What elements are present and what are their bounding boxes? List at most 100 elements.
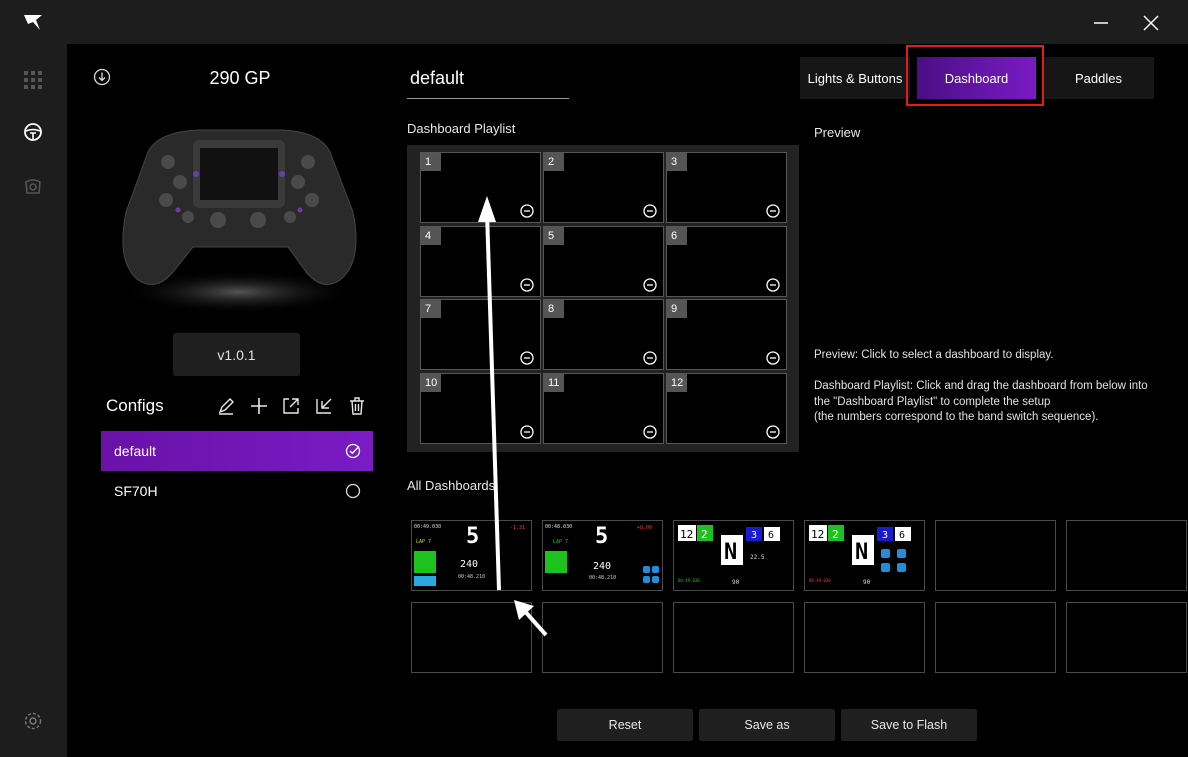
remove-circle-icon[interactable] [520, 425, 534, 439]
grid-icon[interactable] [22, 69, 44, 91]
svg-text:00:49.030: 00:49.030 [678, 578, 700, 583]
download-icon[interactable] [93, 68, 111, 86]
close-button[interactable] [1138, 10, 1164, 36]
playlist-help-line-3: (the numbers correspond to the band swit… [814, 411, 1099, 423]
steering-wheel-icon[interactable] [22, 121, 44, 143]
config-name-input[interactable]: default [410, 68, 464, 89]
slot-number: 1 [421, 153, 441, 171]
dashboard-thumbnail-empty[interactable] [935, 520, 1056, 591]
playlist-slot[interactable]: 11 [543, 373, 664, 444]
slot-number: 2 [544, 153, 564, 171]
svg-text:LAP 7: LAP 7 [553, 539, 568, 545]
add-icon[interactable] [249, 396, 269, 416]
remove-circle-icon[interactable] [520, 351, 534, 365]
dashboard-thumbnail[interactable]: 00:48.030 LAP 7 5 240 00:48.210 +8.00 [542, 520, 663, 591]
svg-text:00:49.030: 00:49.030 [809, 578, 831, 583]
device-name: 290 GP [209, 68, 271, 88]
dashboard-thumbnail-empty[interactable] [804, 602, 925, 673]
svg-text:6: 6 [899, 530, 905, 541]
save-to-flash-button[interactable]: Save to Flash [841, 709, 977, 741]
pedal-icon[interactable] [22, 175, 44, 197]
slot-number: 7 [421, 300, 441, 318]
title-bar [0, 0, 1188, 44]
config-item-label: default [114, 443, 157, 459]
remove-circle-icon[interactable] [643, 425, 657, 439]
svg-text:90: 90 [732, 579, 740, 586]
remove-circle-icon[interactable] [643, 204, 657, 218]
playlist-slot[interactable]: 9 [666, 299, 787, 370]
remove-circle-icon[interactable] [766, 351, 780, 365]
svg-text:5: 5 [466, 524, 479, 549]
configs-label: Configs [106, 396, 164, 415]
tab-paddles[interactable]: Paddles [1043, 57, 1154, 99]
svg-text:00:48.030: 00:48.030 [545, 524, 572, 530]
delete-icon[interactable] [347, 396, 367, 416]
slot-number: 11 [544, 374, 564, 392]
minimize-button[interactable] [1088, 10, 1114, 36]
svg-text:22.5: 22.5 [750, 554, 765, 561]
playlist-slot[interactable]: 6 [666, 226, 787, 297]
config-item-label: SF70H [114, 483, 158, 499]
remove-circle-icon[interactable] [643, 278, 657, 292]
svg-text:2: 2 [832, 528, 839, 541]
dashboard-preview-graphic: 00:49.030 LAP 7 5 240 00:48.210 -1.31 [414, 524, 525, 590]
slot-number: 9 [667, 300, 687, 318]
import-icon[interactable] [314, 396, 334, 416]
close-icon [1143, 15, 1159, 31]
minimize-icon [1094, 22, 1108, 24]
config-item-sf70h[interactable]: SF70H [101, 471, 373, 511]
dashboard-thumbnail[interactable]: 12 2 N 3 6 22.5 90 00:49.030 [673, 520, 794, 591]
remove-circle-icon[interactable] [520, 204, 534, 218]
playlist-slot[interactable]: 5 [543, 226, 664, 297]
playlist-slot[interactable]: 8 [543, 299, 664, 370]
tab-lights-buttons[interactable]: Lights & Buttons [800, 57, 910, 99]
playlist-slot[interactable]: 10 [420, 373, 541, 444]
export-icon[interactable] [281, 396, 301, 416]
remove-circle-icon[interactable] [766, 204, 780, 218]
dashboard-thumbnail[interactable]: 12 2 N 3 6 90 00:49.030 [804, 520, 925, 591]
save-as-button[interactable]: Save as [699, 709, 835, 741]
svg-text:N: N [724, 540, 737, 565]
remove-circle-icon[interactable] [520, 278, 534, 292]
playlist-label: Dashboard Playlist [407, 121, 516, 136]
remove-circle-icon[interactable] [766, 425, 780, 439]
remove-circle-icon[interactable] [643, 351, 657, 365]
svg-text:5: 5 [595, 524, 608, 549]
dashboard-preview-graphic: 12 2 N 3 6 22.5 90 00:49.030 [678, 525, 780, 586]
dashboard-thumbnail-empty[interactable] [673, 602, 794, 673]
svg-text:N: N [855, 540, 868, 565]
playlist-slot[interactable]: 3 [666, 152, 787, 223]
remove-circle-icon[interactable] [766, 278, 780, 292]
firmware-version: v1.0.1 [173, 333, 300, 376]
check-circle-icon [345, 443, 361, 459]
dashboard-thumbnail-empty[interactable] [1066, 602, 1187, 673]
playlist-slot[interactable]: 1 [420, 152, 541, 223]
svg-text:+8.00: +8.00 [637, 525, 652, 531]
slot-number: 10 [421, 374, 442, 392]
svg-text:90: 90 [863, 579, 871, 586]
slot-number: 3 [667, 153, 687, 171]
settings-icon[interactable] [22, 710, 44, 732]
playlist-slot[interactable]: 4 [420, 226, 541, 297]
playlist-help-line-1: Dashboard Playlist: Click and drag the d… [814, 380, 1148, 392]
svg-text:LAP 7: LAP 7 [416, 539, 431, 545]
preview-help: Preview: Click to select a dashboard to … [814, 349, 1054, 361]
dashboard-thumbnail-empty[interactable] [411, 602, 532, 673]
reset-button[interactable]: Reset [557, 709, 693, 741]
dashboard-thumbnail-empty[interactable] [1066, 520, 1187, 591]
side-rail [0, 0, 67, 757]
playlist-slot[interactable]: 2 [543, 152, 664, 223]
playlist-slot[interactable]: 12 [666, 373, 787, 444]
dashboard-thumbnail[interactable]: 00:49.030 LAP 7 5 240 00:48.210 -1.31 [411, 520, 532, 591]
rename-icon[interactable] [216, 396, 236, 416]
slot-number: 6 [667, 227, 687, 245]
svg-text:00:48.210: 00:48.210 [589, 575, 616, 581]
playlist-slot[interactable]: 7 [420, 299, 541, 370]
svg-text:6: 6 [768, 530, 774, 541]
svg-text:-1.31: -1.31 [510, 525, 525, 531]
config-item-default[interactable]: default [101, 431, 373, 471]
svg-text:00:48.210: 00:48.210 [458, 574, 485, 580]
logo-icon [24, 15, 42, 30]
dashboard-thumbnail-empty[interactable] [542, 602, 663, 673]
dashboard-thumbnail-empty[interactable] [935, 602, 1056, 673]
